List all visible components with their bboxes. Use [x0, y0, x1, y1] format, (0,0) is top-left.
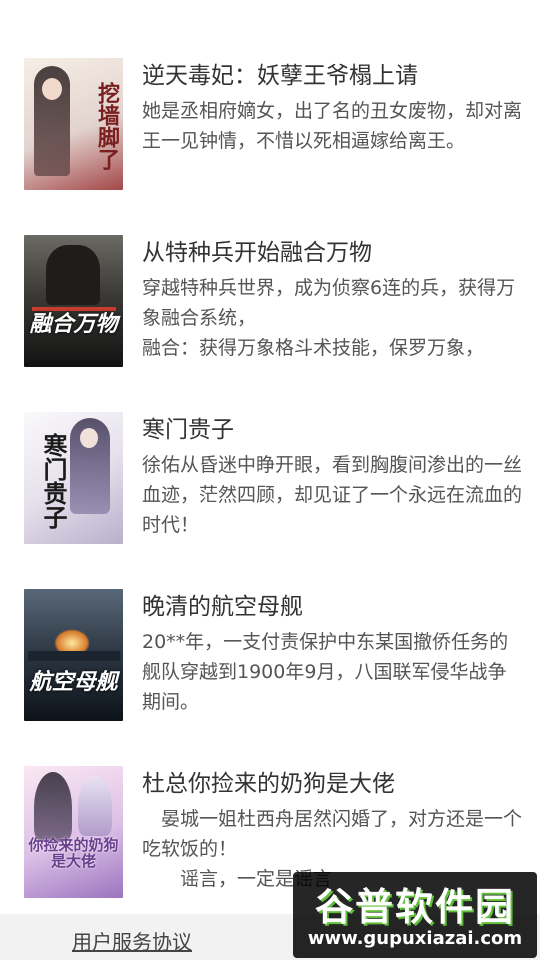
book-title[interactable]: 从特种兵开始融合万物 [142, 233, 522, 267]
cover-title: 融合万物 [29, 311, 118, 337]
book-item[interactable]: 寒门贵子 寒门贵子 徐佑从昏迷中睁开眼，看到胸腹间渗出的一丝血迹，茫然四顾，却见… [24, 412, 524, 546]
book-cover[interactable]: 寒门贵子 [24, 412, 123, 544]
book-title[interactable]: 晚清的航空母舰 [142, 587, 522, 621]
book-item[interactable]: 挖墙脚了 逆天毒妃：妖孽王爷榻上请 她是丞相府嫡女，出了名的丑女废物，却对离王一… [24, 58, 524, 192]
figure-face [42, 78, 62, 100]
cover-title: 寒门贵子 [39, 433, 68, 529]
figure-face [80, 428, 98, 448]
book-title[interactable]: 杜总你捡来的奶狗是大佬 [142, 764, 522, 798]
book-description: 20**年，一支付责保护中东某国撤侨任务的舰队穿越到1900年9月，八国联军侵华… [142, 631, 509, 713]
watermark-url: www.gupuxiazai.com [307, 928, 523, 949]
book-description: 穿越特种兵世界，成为侦察6连的兵，获得万象融合系统， 融合：获得万象格斗术技能，… [142, 277, 516, 359]
book-cover[interactable]: 融合万物 [24, 235, 123, 367]
ship-shape [28, 651, 120, 661]
user-service-agreement-link[interactable]: 用户服务协议 [72, 926, 192, 955]
book-cover[interactable]: 航空母舰 [24, 589, 123, 721]
book-title[interactable]: 逆天毒妃：妖孽王爷榻上请 [142, 56, 522, 90]
cover-title: 航空母舰 [29, 669, 118, 695]
cover-title: 挖墙脚了 [94, 81, 120, 170]
book-cover[interactable]: 你捡来的奶狗是大佬 [24, 766, 123, 898]
book-description: 徐佑从昏迷中睁开眼，看到胸腹间渗出的一丝血迹，茫然四顾，却见证了一个永远在流血的… [142, 454, 522, 536]
watermark-logo: 谷普软件园 [314, 885, 515, 929]
book-item[interactable]: 航空母舰 晚清的航空母舰 20**年，一支付责保护中东某国撤侨任务的舰队穿越到1… [24, 589, 524, 723]
watermark: 谷普软件园 www.gupuxiazai.com [293, 872, 537, 958]
cover-title: 你捡来的奶狗是大佬 [28, 836, 119, 870]
soldier-shape [46, 245, 100, 305]
figure-shape [78, 776, 112, 836]
book-description: 她是丞相府嫡女，出了名的丑女废物，却对离王一见钟情，不惜以死相逼嫁给离王。 [142, 100, 522, 152]
figure-shape [34, 772, 72, 842]
book-title[interactable]: 寒门贵子 [142, 410, 522, 444]
book-item[interactable]: 融合万物 从特种兵开始融合万物 穿越特种兵世界，成为侦察6连的兵，获得万象融合系… [24, 235, 524, 369]
book-cover[interactable]: 挖墙脚了 [24, 58, 123, 190]
